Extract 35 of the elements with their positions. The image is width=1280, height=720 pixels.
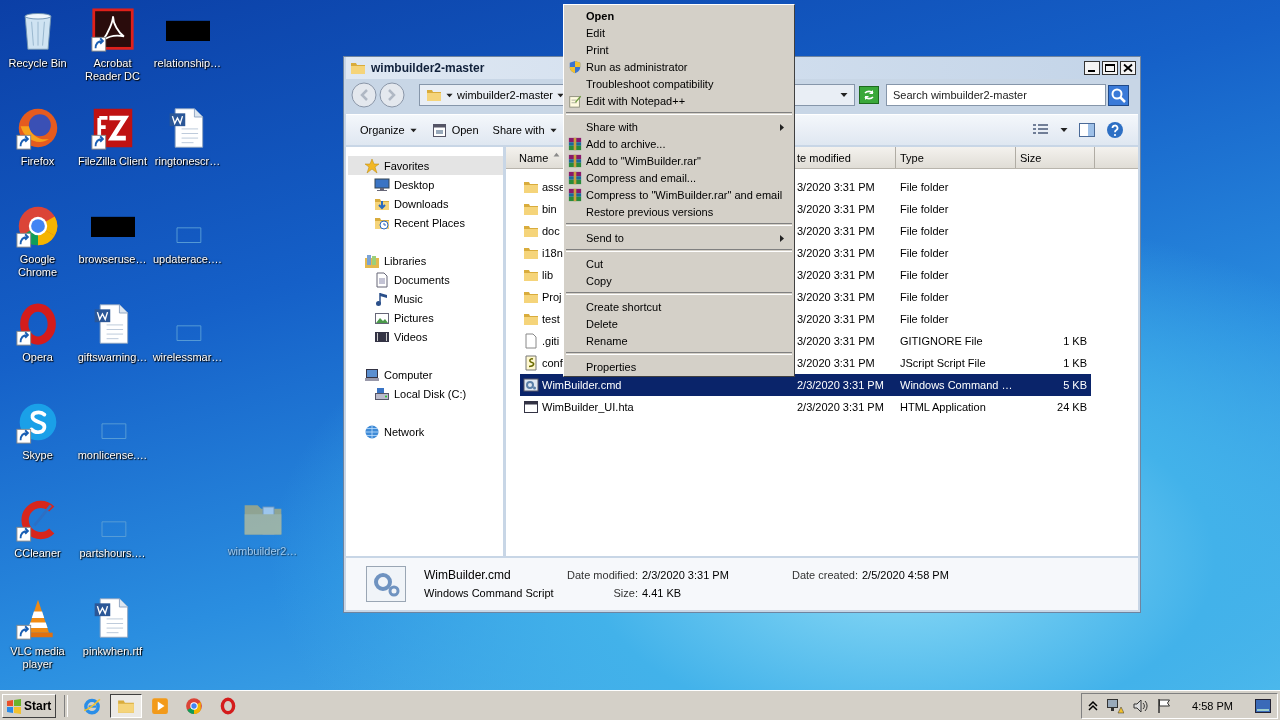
- date-modified: 3/2020 3:31 PM: [797, 247, 875, 259]
- date-modified: 2/3/2020 3:31 PM: [797, 379, 884, 391]
- date-modified: 3/2020 3:31 PM: [797, 313, 875, 325]
- detail-value: 2/5/2020 4:58 PM: [862, 569, 950, 581]
- file-type: File folder: [900, 269, 949, 281]
- file-type: File folder: [900, 203, 949, 215]
- file-type: GITIGNORE File: [900, 335, 983, 347]
- file-type: JScript Script File: [900, 357, 986, 369]
- detail-label: Date created:: [790, 569, 859, 581]
- date-modified: 3/2020 3:31 PM: [797, 335, 875, 347]
- file-type: File folder: [900, 181, 949, 193]
- date-modified: 3/2020 3:31 PM: [797, 203, 875, 215]
- file-type: File folder: [900, 225, 949, 237]
- file-size: 5 KB: [1063, 379, 1087, 391]
- date-modified: 2/3/2020 3:31 PM: [797, 401, 884, 413]
- date-modified: 3/2020 3:31 PM: [797, 357, 875, 369]
- detail-label: Size:: [612, 587, 639, 599]
- file-type: File folder: [900, 247, 949, 259]
- file-size: 1 KB: [1063, 357, 1087, 369]
- date-modified: 3/2020 3:31 PM: [797, 181, 875, 193]
- file-name: WimBuilder.cmd: [424, 568, 512, 582]
- file-type: Windows Command …: [900, 379, 1013, 391]
- detail-label: Date modified:: [566, 569, 639, 581]
- file-type: File folder: [900, 291, 949, 303]
- file-type: HTML Application: [900, 401, 986, 413]
- date-modified: 3/2020 3:31 PM: [797, 291, 875, 303]
- window-title: wimbuilder2-master: [371, 61, 485, 75]
- file-size: 1 KB: [1063, 335, 1087, 347]
- detail-value: 2/3/2020 3:31 PM: [642, 569, 730, 581]
- date-modified: 3/2020 3:31 PM: [797, 269, 875, 281]
- file-type: Windows Command Script: [424, 587, 555, 599]
- detail-value: 4.41 KB: [642, 587, 683, 599]
- file-size: 24 KB: [1057, 401, 1087, 413]
- date-modified: 3/2020 3:31 PM: [797, 225, 875, 237]
- file-type: File folder: [900, 313, 949, 325]
